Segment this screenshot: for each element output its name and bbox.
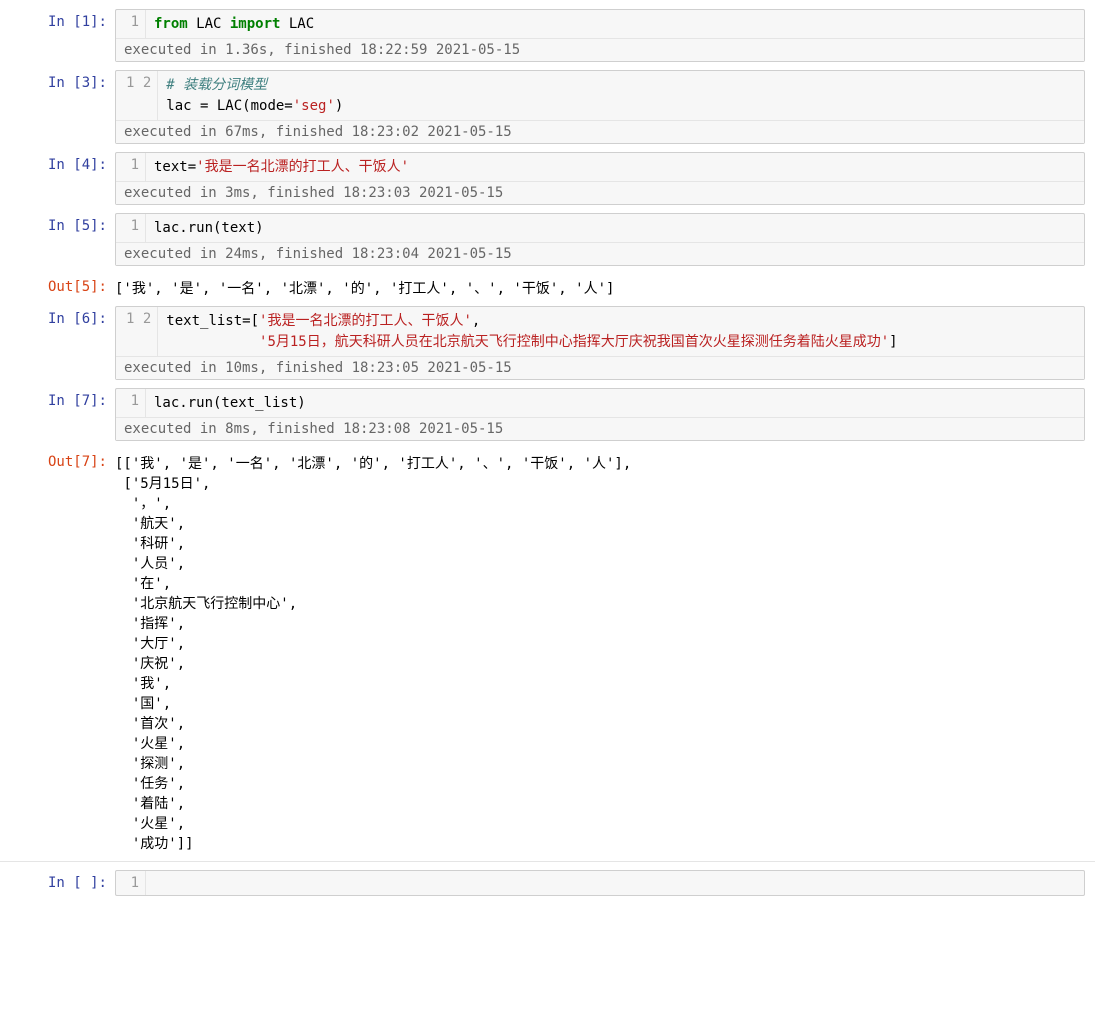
input-prompt: In [7]: xyxy=(0,388,115,441)
exec-timing: executed in 67ms, finished 18:23:02 2021… xyxy=(116,120,1084,143)
code-text[interactable]: text='我是一名北漂的打工人、干饭人' xyxy=(146,153,417,181)
input-prompt: In [3]: xyxy=(0,70,115,144)
code-cell: In [1]: 1 from LAC import LAC executed i… xyxy=(0,5,1095,66)
line-gutter: 1 xyxy=(116,153,146,181)
code-text[interactable]: lac.run(text) xyxy=(146,214,272,242)
line-gutter: 1 2 xyxy=(116,71,158,120)
input-prompt: In [1]: xyxy=(0,9,115,62)
code-cell: In [3]: 1 2 # 装载分词模型 lac = LAC(mode='seg… xyxy=(0,66,1095,148)
output-prompt: Out[5]: xyxy=(0,274,115,298)
code-cell: In [ ]: 1 xyxy=(0,866,1095,900)
line-gutter: 1 xyxy=(116,214,146,242)
output-text: [['我', '是', '一名', '北漂', '的', '打工人', '、',… xyxy=(115,449,1085,853)
code-block[interactable]: 1 from LAC import LAC executed in 1.36s,… xyxy=(115,9,1085,62)
code-block[interactable]: 1 lac.run(text_list) executed in 8ms, fi… xyxy=(115,388,1085,441)
code-text[interactable] xyxy=(146,871,162,895)
line-gutter: 1 xyxy=(116,389,146,417)
exec-timing: executed in 24ms, finished 18:23:04 2021… xyxy=(116,242,1084,265)
code-block[interactable]: 1 text='我是一名北漂的打工人、干饭人' executed in 3ms,… xyxy=(115,152,1085,205)
code-block[interactable]: 1 lac.run(text) executed in 24ms, finish… xyxy=(115,213,1085,266)
exec-timing: executed in 3ms, finished 18:23:03 2021-… xyxy=(116,181,1084,204)
exec-timing: executed in 10ms, finished 18:23:05 2021… xyxy=(116,356,1084,379)
code-text[interactable]: # 装载分词模型 lac = LAC(mode='seg') xyxy=(158,71,351,120)
input-prompt: In [ ]: xyxy=(0,870,115,896)
code-text[interactable]: lac.run(text_list) xyxy=(146,389,314,417)
exec-timing: executed in 1.36s, finished 18:22:59 202… xyxy=(116,38,1084,61)
code-text[interactable]: text_list=['我是一名北漂的打工人、干饭人', '5月15日，航天科研… xyxy=(158,307,905,356)
exec-timing: executed in 8ms, finished 18:23:08 2021-… xyxy=(116,417,1084,440)
code-cell: In [5]: 1 lac.run(text) executed in 24ms… xyxy=(0,209,1095,270)
input-prompt: In [6]: xyxy=(0,306,115,380)
separator xyxy=(0,861,1095,862)
code-block[interactable]: 1 xyxy=(115,870,1085,896)
notebook: In [1]: 1 from LAC import LAC executed i… xyxy=(0,0,1095,905)
output-cell: Out[5]: ['我', '是', '一名', '北漂', '的', '打工人… xyxy=(0,270,1095,302)
output-text: ['我', '是', '一名', '北漂', '的', '打工人', '、', … xyxy=(115,274,1085,298)
line-gutter: 1 xyxy=(116,10,146,38)
code-block[interactable]: 1 2 text_list=['我是一名北漂的打工人、干饭人', '5月15日，… xyxy=(115,306,1085,380)
line-gutter: 1 2 xyxy=(116,307,158,356)
code-text[interactable]: from LAC import LAC xyxy=(146,10,322,38)
code-block[interactable]: 1 2 # 装载分词模型 lac = LAC(mode='seg') execu… xyxy=(115,70,1085,144)
input-prompt: In [5]: xyxy=(0,213,115,266)
output-prompt: Out[7]: xyxy=(0,449,115,853)
code-cell: In [6]: 1 2 text_list=['我是一名北漂的打工人、干饭人',… xyxy=(0,302,1095,384)
line-gutter: 1 xyxy=(116,871,146,895)
input-prompt: In [4]: xyxy=(0,152,115,205)
code-cell: In [4]: 1 text='我是一名北漂的打工人、干饭人' executed… xyxy=(0,148,1095,209)
output-cell: Out[7]: [['我', '是', '一名', '北漂', '的', '打工… xyxy=(0,445,1095,857)
code-cell: In [7]: 1 lac.run(text_list) executed in… xyxy=(0,384,1095,445)
